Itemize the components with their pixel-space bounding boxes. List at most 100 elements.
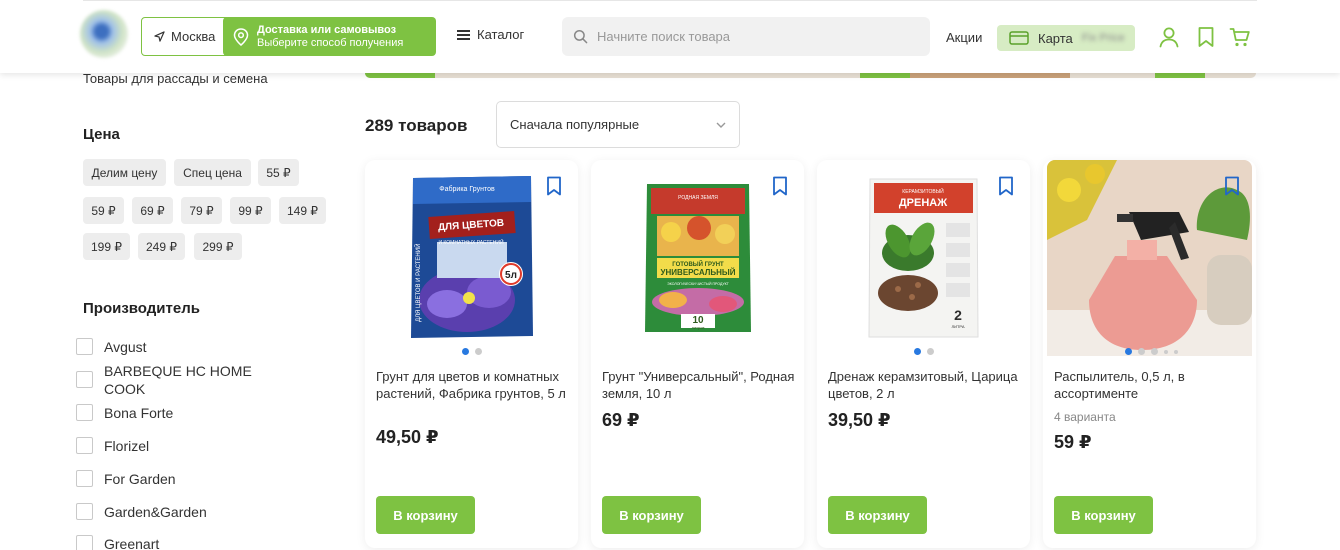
product-name[interactable]: Грунт для цветов и комнатных растений, Ф… <box>376 368 571 402</box>
add-to-cart-button[interactable]: В корзину <box>376 496 475 534</box>
add-to-cart-button[interactable]: В корзину <box>1054 496 1153 534</box>
package-brand-text: Фабрика Грунтов <box>439 185 495 193</box>
brand-option[interactable]: Greenart <box>76 535 159 550</box>
bookmark-icon[interactable] <box>1223 176 1241 196</box>
image-carousel-dots[interactable] <box>817 348 1030 355</box>
package-unit-text: ЛИТРА <box>951 324 964 329</box>
price-chip[interactable]: 299 ₽ <box>194 233 242 260</box>
price-chip[interactable]: 69 ₽ <box>132 197 173 224</box>
search-input[interactable] <box>597 29 897 44</box>
brand-label: Greenart <box>104 536 160 550</box>
burger-menu-icon <box>457 29 470 40</box>
price-chip[interactable]: 199 ₽ <box>83 233 130 260</box>
promo-banner[interactable] <box>365 73 1256 78</box>
navigation-arrow-icon <box>154 31 165 42</box>
product-price: 49,50 ₽ <box>376 427 439 447</box>
product-price: 39,50 ₽ <box>828 410 891 430</box>
brand-filter-title: Производитель <box>83 300 200 317</box>
package-volume-text: 5л <box>505 270 517 281</box>
product-variants[interactable]: 4 варианта <box>1054 410 1116 424</box>
delivery-title: Доставка или самовывоз <box>257 23 397 36</box>
header-divider <box>83 0 1257 1</box>
package-big-text: УНИВЕРСАЛЬНЫЙ <box>660 268 735 277</box>
add-to-cart-button[interactable]: В корзину <box>828 496 927 534</box>
price-chip[interactable]: 79 ₽ <box>181 197 222 224</box>
product-image[interactable]: КЕРАМЗИТОВЫЙ ДРЕНАЖ 2 ЛИТРА <box>827 168 1020 346</box>
brand-label: Florizel <box>104 438 150 454</box>
cart-icon[interactable] <box>1229 26 1251 48</box>
category-link[interactable]: Товары для рассады и семена <box>83 71 268 86</box>
brand-checkbox[interactable] <box>76 437 93 454</box>
bookmark-icon[interactable] <box>545 176 563 196</box>
package-brand-text: РОДНАЯ ЗЕМЛЯ <box>678 195 718 201</box>
product-card[interactable]: КЕРАМЗИТОВЫЙ ДРЕНАЖ 2 ЛИТРА Дренаж керам… <box>817 160 1030 548</box>
bookmark-icon[interactable] <box>771 176 789 196</box>
loyalty-card-icon <box>1009 31 1029 45</box>
brand-option[interactable]: Florizel <box>76 437 149 455</box>
price-chip[interactable]: 149 ₽ <box>279 197 326 224</box>
price-chip[interactable]: 99 ₽ <box>230 197 271 224</box>
city-label: Москва <box>171 29 216 44</box>
user-icon[interactable] <box>1158 26 1180 48</box>
search-bar[interactable] <box>562 17 930 56</box>
loyalty-card-label: Карта <box>1038 30 1073 46</box>
catalog-button[interactable]: Каталог <box>457 27 524 42</box>
promotions-link[interactable]: Акции <box>946 30 982 45</box>
product-card[interactable]: РОДНАЯ ЗЕМЛЯ ГОТОВЫЙ ГРУНТ УНИВЕРСАЛЬНЫЙ… <box>591 160 804 548</box>
product-price: 59 ₽ <box>1054 432 1092 452</box>
brand-label: Garden&Garden <box>104 504 207 520</box>
bookmark-icon[interactable] <box>997 176 1015 196</box>
brand-option[interactable]: Avgust <box>76 338 147 356</box>
sort-selected-value: Сначала популярные <box>510 117 640 132</box>
brand-checkbox[interactable] <box>76 470 93 487</box>
map-pin-icon <box>233 27 249 46</box>
brand-label: BARBEQUE HC HOME COOK <box>104 363 252 397</box>
brand-option[interactable]: BARBEQUE HC HOME COOK <box>76 362 274 398</box>
package-volume-text: 2 <box>954 307 962 323</box>
catalog-label: Каталог <box>477 27 525 42</box>
delivery-method-button[interactable]: Доставка или самовывоз Выберите способ п… <box>223 17 436 56</box>
product-image[interactable] <box>1047 160 1252 356</box>
price-chip[interactable]: 59 ₽ <box>83 197 124 224</box>
brand-option[interactable]: Garden&Garden <box>76 503 207 521</box>
add-to-cart-button[interactable]: В корзину <box>602 496 701 534</box>
product-image[interactable]: Фабрика Грунтов ДЛЯ ЦВЕТОВ И КОМНАТНЫХ Р… <box>375 168 568 346</box>
search-icon <box>573 29 588 44</box>
brand-option[interactable]: Bona Forte <box>76 404 173 422</box>
brand-checkbox[interactable] <box>76 535 93 550</box>
loyalty-card-button[interactable]: Карта Fix Price <box>997 25 1135 51</box>
product-price: 69 ₽ <box>602 410 640 430</box>
package-eco-text: ЭКОЛОГИЧЕСКИ ЧИСТЫЙ ПРОДУКТ <box>667 282 729 286</box>
image-carousel-dots[interactable] <box>365 348 578 355</box>
package-unit-text: литров <box>691 325 704 330</box>
price-chip[interactable]: Спец цена <box>174 159 251 186</box>
site-header: Москва Доставка или самовывоз Выберите с… <box>0 0 1340 73</box>
package-title-text: ДРЕНАЖ <box>899 197 947 209</box>
sort-dropdown[interactable]: Сначала популярные <box>496 101 740 148</box>
package-title-text: ГОТОВЫЙ ГРУНТ <box>672 260 724 268</box>
product-name[interactable]: Грунт "Универсальный", Родная земля, 10 … <box>602 368 797 402</box>
brand-checkbox[interactable] <box>76 371 93 388</box>
brand-label: Bona Forte <box>104 405 174 421</box>
brand-checkbox[interactable] <box>76 338 93 355</box>
brand-option[interactable]: For Garden <box>76 470 176 488</box>
product-image[interactable]: РОДНАЯ ЗЕМЛЯ ГОТОВЫЙ ГРУНТ УНИВЕРСАЛЬНЫЙ… <box>601 168 794 346</box>
price-chip[interactable]: 249 ₽ <box>138 233 185 260</box>
brand-label: Avgust <box>104 339 147 355</box>
loyalty-card-blurred-text: Fix Price <box>1081 32 1125 44</box>
product-name[interactable]: Дренаж керамзитовый, Царица цветов, 2 л <box>828 368 1023 402</box>
brand-checkbox[interactable] <box>76 503 93 520</box>
chevron-down-icon <box>716 122 726 128</box>
store-logo[interactable] <box>80 10 128 58</box>
price-chip[interactable]: Делим цену <box>83 159 166 186</box>
package-top-text: КЕРАМЗИТОВЫЙ <box>902 187 944 195</box>
price-chip[interactable]: 55 ₽ <box>258 159 299 186</box>
brand-checkbox[interactable] <box>76 404 93 421</box>
product-name[interactable]: Распылитель, 0,5 л, в ассортименте <box>1054 368 1249 402</box>
package-side-text: ДЛЯ ЦВЕТОВ И РАСТЕНИЙ <box>414 244 422 322</box>
product-card[interactable]: Фабрика Грунтов ДЛЯ ЦВЕТОВ И КОМНАТНЫХ Р… <box>365 160 578 548</box>
bookmark-icon[interactable] <box>1195 26 1217 48</box>
product-card[interactable]: Распылитель, 0,5 л, в ассортименте 4 вар… <box>1043 160 1256 548</box>
price-filter-title: Цена <box>83 126 120 143</box>
image-carousel-dots[interactable] <box>1043 348 1256 355</box>
